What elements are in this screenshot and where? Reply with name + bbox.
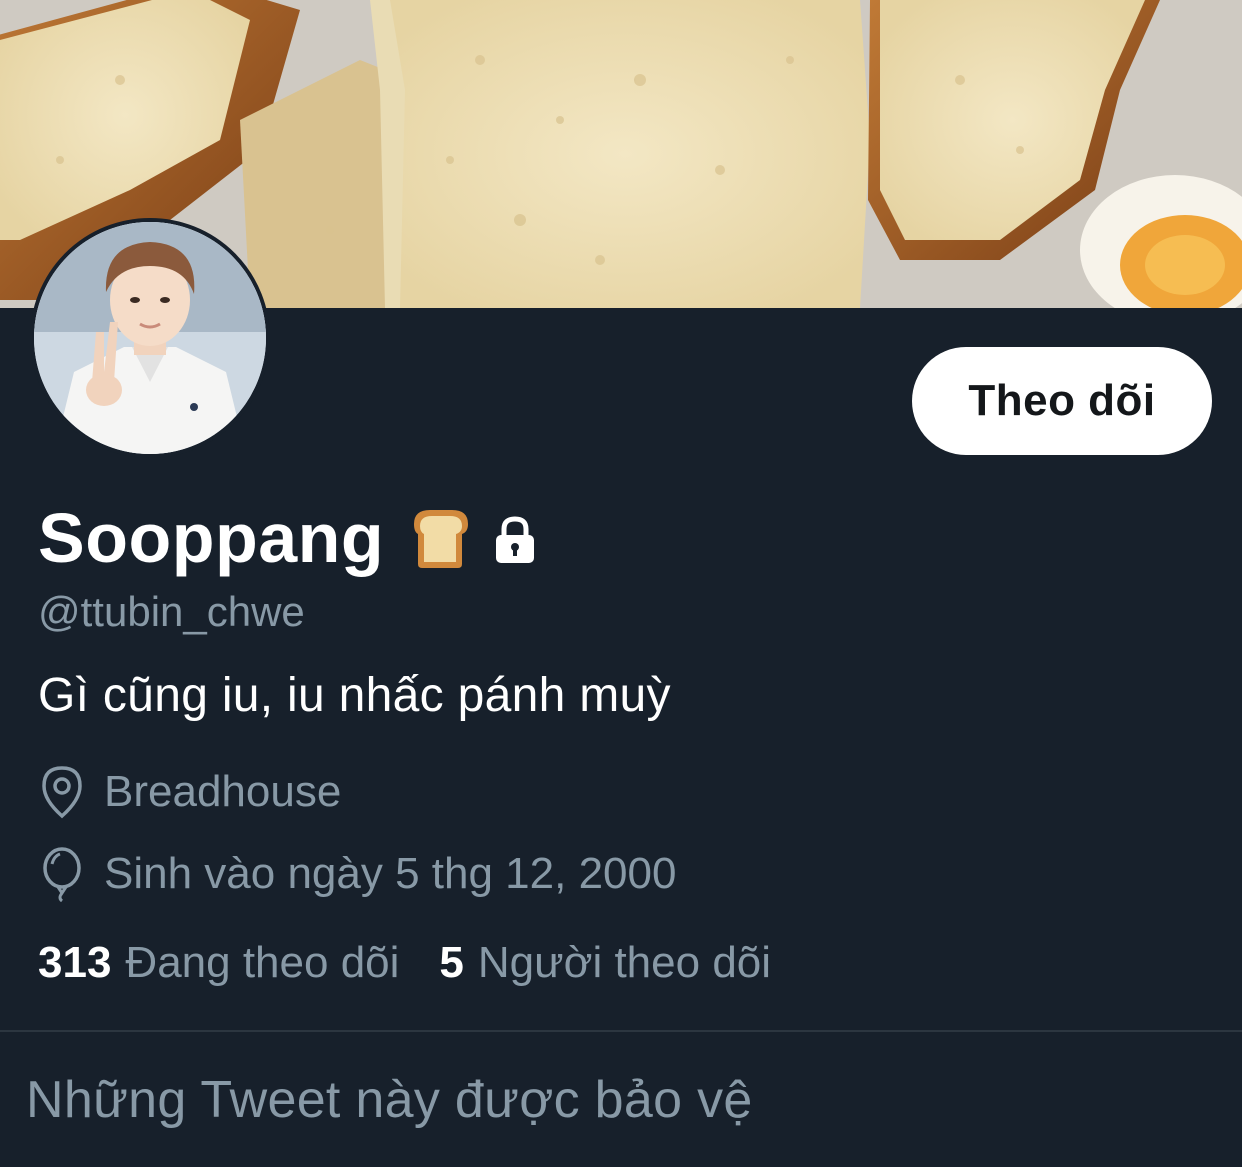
following-label: Đang theo dõi xyxy=(125,938,400,987)
profile-bio: Gì cũng iu, iu nhấc pánh muỳ xyxy=(38,669,671,722)
profile-handle: @ttubin_chwe xyxy=(38,588,305,635)
profile-avatar[interactable] xyxy=(30,218,270,458)
section-divider xyxy=(0,1030,1242,1032)
profile-stats: 313 Đang theo dõi 5 Người theo dõi xyxy=(38,938,771,988)
avatar-photo xyxy=(34,222,266,454)
profile-name-row: Sooppang xyxy=(38,498,540,578)
balloon-icon xyxy=(43,847,81,902)
protected-tweets-message: Những Tweet này được bảo vệ xyxy=(26,1071,753,1129)
following-count: 313 xyxy=(38,938,112,987)
following-link[interactable]: 313 Đang theo dõi xyxy=(38,938,399,988)
display-name: Sooppang xyxy=(38,499,385,577)
birthday-text: Sinh vào ngày 5 thg 12, 2000 xyxy=(104,849,677,898)
bread-icon xyxy=(414,510,469,568)
location-pin-icon xyxy=(42,766,82,819)
follow-button[interactable]: Theo dõi xyxy=(912,347,1212,455)
location-text: Breadhouse xyxy=(104,767,342,816)
lock-icon xyxy=(496,516,535,563)
profile-location: Breadhouse xyxy=(38,764,341,820)
followers-label: Người theo dõi xyxy=(477,938,772,987)
followers-link[interactable]: 5 Người theo dõi xyxy=(439,938,771,988)
followers-count: 5 xyxy=(439,938,464,987)
profile-birthday: Sinh vào ngày 5 thg 12, 2000 xyxy=(38,846,676,902)
